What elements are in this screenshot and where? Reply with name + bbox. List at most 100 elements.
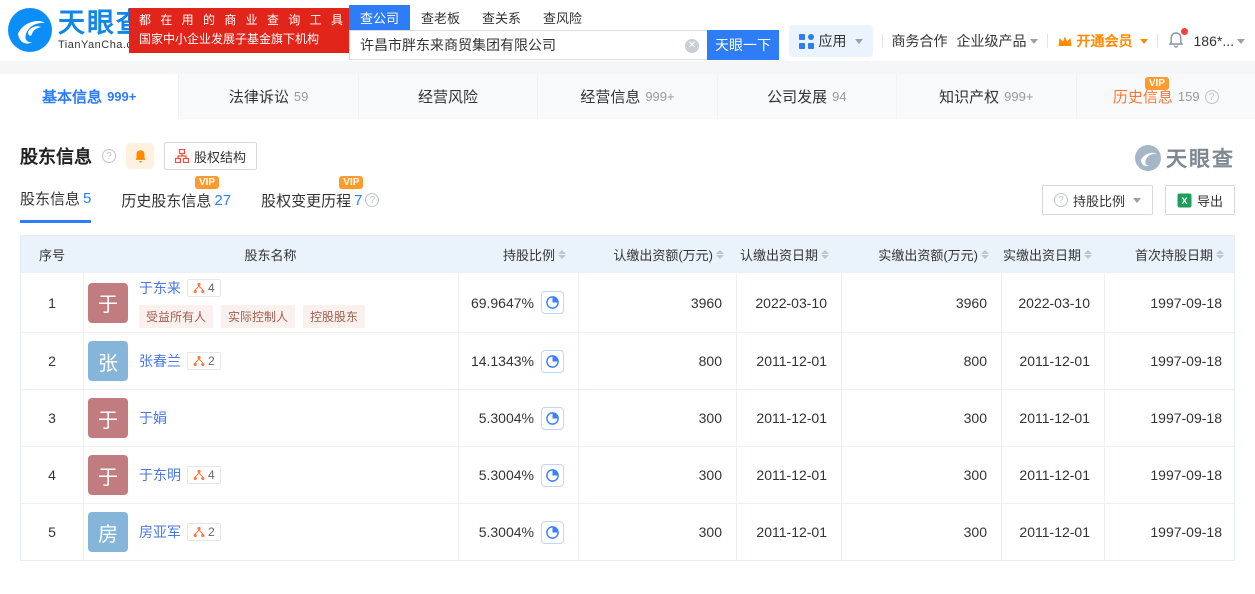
pie-chart-button[interactable] [541, 464, 564, 487]
tab-operational-risk[interactable]: 经营风险 [359, 74, 538, 119]
tab-business-info[interactable]: 经营信息 999+ [538, 74, 717, 119]
help-icon[interactable]: ? [102, 149, 116, 163]
top-header: 天眼查 TianYanCha.com 都 在 用 的 商 业 查 询 工 具 国… [0, 0, 1255, 61]
search-tab-boss[interactable]: 查老板 [410, 5, 471, 30]
holding-ratio: 14.1343% [471, 353, 534, 369]
sort-icon[interactable] [716, 250, 724, 259]
sort-icon[interactable] [1216, 250, 1224, 259]
mini-org-icon [193, 469, 205, 481]
chevron-down-icon [1237, 39, 1245, 44]
col-paid-amount[interactable]: 实缴出资额(万元) [841, 245, 1001, 264]
bell-icon [133, 149, 148, 164]
search-tab-company[interactable]: 查公司 [349, 5, 410, 30]
pie-chart-icon [545, 295, 560, 310]
first-holding-date: 1997-09-18 [1104, 504, 1236, 560]
col-shareholder-name: 股东名称 [83, 245, 458, 264]
subscribed-date: 2011-12-01 [736, 333, 841, 389]
relation-count-badge[interactable]: 2 [187, 352, 221, 370]
tab-history-info[interactable]: VIP 历史信息 159 ? [1077, 74, 1255, 119]
col-subscribed-date[interactable]: 认缴出资日期 [736, 245, 841, 264]
vip-badge: VIP [339, 176, 363, 189]
shareholder-name-link[interactable]: 张春兰 [139, 351, 181, 371]
chevron-down-icon [1030, 39, 1038, 44]
pie-chart-button[interactable] [541, 350, 564, 373]
first-holding-date: 1997-09-18 [1104, 333, 1236, 389]
shareholder-name-link[interactable]: 于东明 [139, 465, 181, 485]
subtab-historical-shareholders[interactable]: VIP 历史股东信息 27 [121, 188, 231, 223]
search-tab-relation[interactable]: 查关系 [471, 5, 532, 30]
paid-date: 2011-12-01 [1001, 447, 1104, 503]
help-icon[interactable]: ? [365, 193, 379, 207]
col-subscribed-amount[interactable]: 认缴出资额(万元) [578, 245, 736, 264]
chevron-down-icon [1140, 39, 1148, 44]
tab-company-development[interactable]: 公司发展 94 [718, 74, 897, 119]
first-holding-date: 1997-09-18 [1104, 447, 1236, 503]
equity-structure-button[interactable]: 股权结构 [164, 142, 257, 170]
pie-chart-button[interactable] [541, 291, 564, 314]
tianyancha-logo[interactable]: 天眼查 TianYanCha.com [8, 8, 149, 52]
sort-icon[interactable] [1084, 250, 1092, 259]
account-menu[interactable]: 186*... [1194, 33, 1245, 49]
relation-count-badge[interactable]: 4 [187, 279, 221, 297]
holding-ratio-filter-button[interactable]: ? 持股比例 [1042, 185, 1153, 215]
search-button[interactable]: 天眼一下 [707, 30, 779, 60]
export-button[interactable]: X 导出 [1165, 185, 1235, 215]
org-chart-icon [175, 149, 189, 163]
tab-intellectual-property[interactable]: 知识产权 999+ [897, 74, 1076, 119]
search-input[interactable] [350, 31, 707, 59]
shareholder-name-link[interactable]: 于娟 [139, 408, 167, 428]
tab-basic-info[interactable]: 基本信息 999+ [0, 74, 179, 119]
help-icon[interactable]: ? [1205, 90, 1219, 104]
table-row: 5 房 房亚军 2 5.30 [21, 503, 1234, 560]
table-row: 1 于 于东来 4 [21, 272, 1234, 332]
col-first-holding-date[interactable]: 首次持股日期 [1104, 245, 1236, 264]
paid-date: 2011-12-01 [1001, 333, 1104, 389]
table-header-row: 序号 股东名称 持股比例 认缴出资额(万元) 认缴出资日期 实缴出资额(万元) … [21, 236, 1234, 272]
business-cooperation-link[interactable]: 商务合作 [892, 31, 948, 51]
col-paid-date[interactable]: 实缴出资日期 [1001, 245, 1104, 264]
tianyancha-watermark-icon [1135, 145, 1161, 171]
sort-icon[interactable] [558, 250, 566, 259]
relation-count-badge[interactable]: 4 [187, 466, 221, 484]
tag-beneficial-owner[interactable]: 受益所有人 [139, 305, 213, 328]
subscribed-amount: 300 [578, 390, 736, 446]
watermark-logo: 天眼查 [1135, 143, 1235, 173]
subtab-equity-change-history[interactable]: VIP 股权变更历程 7 ? [261, 188, 379, 223]
account-label: 186*... [1194, 33, 1234, 49]
avatar: 张 [88, 341, 128, 381]
company-tabbar: 基本信息 999+ 法律诉讼 59 经营风险 经营信息 999+ 公司发展 94… [0, 74, 1255, 119]
pie-chart-icon [545, 525, 560, 540]
background-strip [0, 61, 1255, 74]
shareholder-name-link[interactable]: 于东来 [139, 278, 181, 298]
search-tab-risk[interactable]: 查风险 [532, 5, 593, 30]
tianyancha-logo-icon [8, 8, 52, 52]
notification-dot [1181, 28, 1188, 35]
chevron-down-icon [855, 39, 863, 44]
tag-actual-controller[interactable]: 实际控制人 [221, 305, 295, 328]
row-seq: 2 [21, 353, 83, 369]
pie-chart-button[interactable] [541, 521, 564, 544]
clear-icon[interactable]: ✕ [685, 39, 699, 53]
subscribed-amount: 800 [578, 333, 736, 389]
open-membership-menu[interactable]: 开通会员 [1057, 31, 1148, 51]
relation-count-badge[interactable]: 2 [187, 523, 221, 541]
subtab-shareholders[interactable]: 股东信息 5 [20, 188, 91, 223]
tab-legal-proceedings[interactable]: 法律诉讼 59 [179, 74, 358, 119]
enterprise-products-menu[interactable]: 企业级产品 [957, 31, 1038, 51]
help-icon: ? [1054, 193, 1068, 207]
sort-icon[interactable] [821, 250, 829, 259]
divider [1157, 34, 1158, 48]
pie-chart-button[interactable] [541, 407, 564, 430]
notifications-button[interactable] [1167, 31, 1185, 52]
holding-ratio: 5.3004% [479, 410, 534, 426]
apps-menu[interactable]: 应用 [789, 25, 873, 57]
shareholder-name-link[interactable]: 房亚军 [139, 522, 181, 542]
sort-icon[interactable] [981, 250, 989, 259]
subscribe-alert-button[interactable] [126, 143, 154, 169]
paid-amount: 300 [841, 447, 1001, 503]
tag-controlling-shareholder[interactable]: 控股股东 [303, 305, 365, 328]
subscribed-date: 2022-03-10 [736, 273, 841, 332]
col-holding-ratio[interactable]: 持股比例 [458, 245, 578, 264]
slogan-line1: 都 在 用 的 商 业 查 询 工 具 [139, 13, 346, 29]
row-seq: 5 [21, 524, 83, 540]
